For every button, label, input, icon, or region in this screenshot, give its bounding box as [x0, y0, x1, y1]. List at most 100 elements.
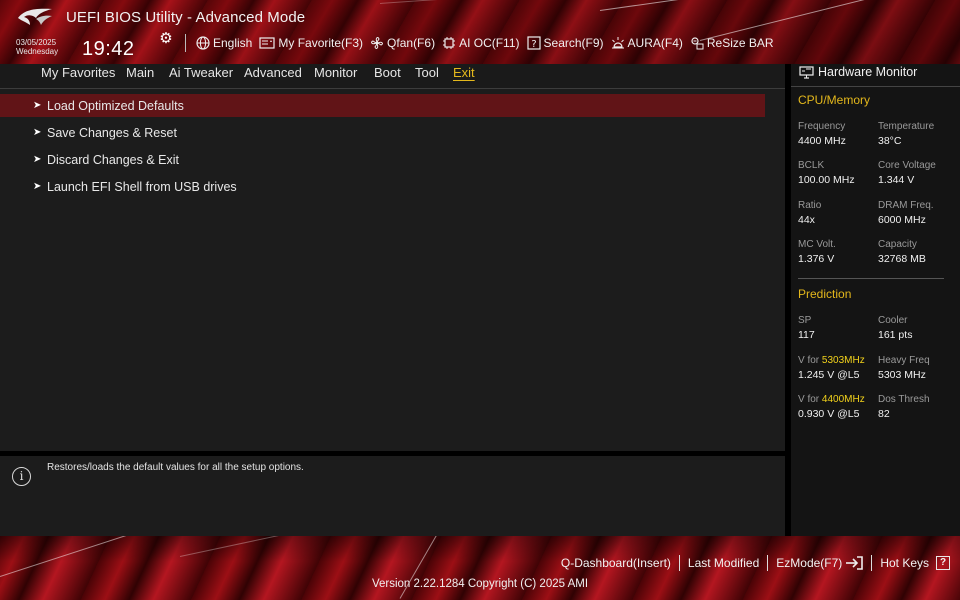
prediction-heading: Prediction: [798, 287, 852, 301]
date-text: 03/05/2025: [16, 38, 57, 47]
bclk-value: 100.00 MHz: [798, 174, 855, 186]
footer-divider: [871, 555, 873, 571]
tab-boot[interactable]: Boot: [374, 65, 401, 80]
window-title: UEFI BIOS Utility - Advanced Mode: [66, 9, 306, 26]
hardware-monitor-title: Hardware Monitor: [818, 65, 918, 79]
qfan-button[interactable]: Qfan(F6): [370, 34, 435, 52]
monitor-icon: [799, 66, 814, 79]
weekday-text: Wednesday: [16, 47, 59, 56]
tab-advanced[interactable]: Advanced: [244, 65, 302, 80]
footer-streak: [179, 536, 298, 557]
q-dashboard-button[interactable]: Q-Dashboard(Insert): [561, 556, 671, 570]
tab-exit[interactable]: Exit: [453, 65, 475, 80]
rog-logo-icon: [18, 8, 52, 25]
heavy-freq-value: 5303 MHz: [878, 369, 926, 381]
language-label: English: [213, 36, 253, 50]
toolbar-divider: [185, 34, 186, 52]
resize-bar-button[interactable]: ReSize BAR: [690, 34, 774, 52]
heavy-freq-label: Heavy Freq: [878, 355, 930, 366]
mc-volt-label: MC Volt.: [798, 239, 836, 250]
exit-arrow-icon: [846, 556, 864, 570]
menu-item-label: Discard Changes & Exit: [47, 152, 180, 167]
ratio-label: Ratio: [798, 200, 822, 211]
temperature-value: 38°C: [878, 135, 902, 147]
resize-bar-icon: [691, 37, 704, 50]
help-question-icon: ?: [936, 556, 950, 570]
v-for-prefix: V for: [798, 394, 822, 405]
aura-button[interactable]: AURA(F4): [611, 34, 683, 52]
menu-item-discard-changes-exit[interactable]: ➤ Discard Changes & Exit: [0, 148, 765, 171]
menu-item-save-changes-reset[interactable]: ➤ Save Changes & Reset: [0, 121, 765, 144]
menu-item-label: Save Changes & Reset: [47, 125, 177, 140]
bclk-label: BCLK: [798, 160, 825, 171]
dram-freq-label: DRAM Freq.: [878, 200, 934, 211]
gear-icon[interactable]: ⚙: [158, 31, 174, 47]
help-panel: i Restores/loads the default values for …: [0, 456, 785, 536]
footer-divider: [767, 555, 769, 571]
tab-my-favorites[interactable]: My Favorites: [41, 65, 115, 80]
header-streak: [379, 0, 560, 4]
core-voltage-value: 1.344 V: [878, 174, 915, 186]
last-modified-button[interactable]: Last Modified: [688, 556, 759, 570]
language-button[interactable]: English: [196, 34, 252, 52]
search-button[interactable]: ? Search(F9): [526, 34, 604, 52]
sp-value: 117: [798, 329, 815, 341]
tab-ai-tweaker[interactable]: Ai Tweaker: [169, 65, 233, 80]
tab-tool[interactable]: Tool: [415, 65, 439, 80]
core-voltage-label: Core Voltage: [878, 160, 936, 171]
help-text: Restores/loads the default values for al…: [47, 462, 304, 473]
arrow-right-icon: ➤: [33, 154, 42, 165]
svg-text:?: ?: [531, 39, 536, 50]
resize-bar-label: ReSize BAR: [706, 36, 774, 50]
capacity-label: Capacity: [878, 239, 917, 250]
v-for-heavy-value: 1.245 V @L5: [798, 369, 860, 381]
my-favorite-button[interactable]: My Favorite(F3): [259, 34, 363, 52]
toolbar: English My Favorite(F3) Qfan(F6) AI OC(F…: [196, 34, 774, 52]
arrow-right-icon: ➤: [33, 100, 42, 111]
qfan-label: Qfan(F6): [387, 36, 436, 50]
tab-monitor[interactable]: Monitor: [314, 65, 357, 80]
ai-oc-button[interactable]: AI OC(F11): [442, 34, 520, 52]
aura-light-icon: [611, 37, 624, 49]
v-for-dos-freq: 4400MHz: [821, 394, 865, 405]
ezmode-label: EzMode(F7): [776, 556, 843, 570]
ai-chip-icon: [443, 37, 456, 49]
v-for-heavy-freq: 5303MHz: [821, 355, 865, 366]
fan-icon: [371, 37, 383, 49]
aura-label: AURA(F4): [627, 36, 683, 50]
hot-keys-label: Hot Keys: [880, 556, 929, 570]
frequency-value: 4400 MHz: [798, 135, 846, 147]
hardware-monitor-panel: Hardware Monitor CPU/Memory Frequency 44…: [791, 64, 960, 536]
tab-main[interactable]: Main: [126, 65, 154, 80]
menu-item-label: Launch EFI Shell from USB drives: [47, 179, 237, 194]
search-label: Search(F9): [543, 36, 604, 50]
dram-freq-value: 6000 MHz: [878, 214, 926, 226]
clock-time[interactable]: 19:42: [82, 38, 135, 61]
ezmode-button[interactable]: EzMode(F7): [776, 556, 864, 570]
v-for-prefix: V for: [798, 355, 822, 366]
capacity-value: 32768 MB: [878, 253, 926, 265]
arrow-right-icon: ➤: [33, 181, 42, 192]
exit-menu-panel: ➤ Load Optimized Defaults ➤ Save Changes…: [0, 89, 785, 451]
footer-bar: Q-Dashboard(Insert) Last Modified EzMode…: [0, 536, 960, 600]
ratio-value: 44x: [798, 214, 815, 226]
cooler-label: Cooler: [878, 315, 908, 326]
v-for-heavy-label: V for 5303MHz: [798, 355, 865, 366]
hot-keys-button[interactable]: Hot Keys ?: [880, 556, 950, 570]
info-icon: i: [12, 467, 31, 486]
menu-item-load-optimized-defaults[interactable]: ➤ Load Optimized Defaults: [0, 94, 765, 117]
dos-thresh-label: Dos Thresh: [878, 394, 930, 405]
menu-item-launch-efi-shell[interactable]: ➤ Launch EFI Shell from USB drives: [0, 175, 765, 198]
sp-label: SP: [798, 315, 812, 326]
globe-icon: [196, 36, 210, 50]
dos-thresh-value: 82: [878, 408, 890, 420]
favorite-icon: [259, 37, 275, 49]
cpu-memory-heading: CPU/Memory: [798, 93, 871, 107]
header-bar: UEFI BIOS Utility - Advanced Mode 03/05/…: [0, 0, 960, 64]
v-for-dos-value: 0.930 V @L5: [798, 408, 860, 420]
v-for-dos-label: V for 4400MHz: [798, 394, 865, 405]
search-box-icon: ?: [526, 36, 541, 50]
my-favorite-label: My Favorite(F3): [278, 36, 364, 50]
mc-volt-value: 1.376 V: [798, 253, 835, 265]
frequency-label: Frequency: [798, 121, 846, 132]
